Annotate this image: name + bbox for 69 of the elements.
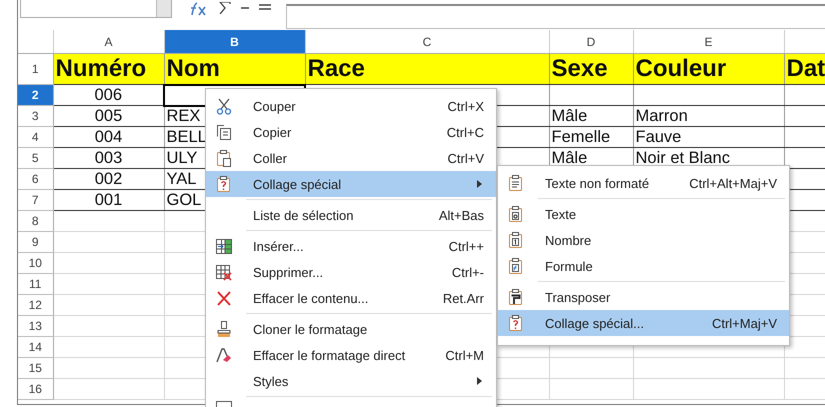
brush-icon: [216, 320, 232, 338]
clipboard-transpose-icon: [508, 288, 524, 306]
row-header[interactable]: 11: [18, 274, 53, 294]
table-cell: 004: [53, 126, 164, 148]
copy-icon: [216, 124, 232, 140]
cross-icon: [216, 290, 232, 306]
table-cell: Fauve: [633, 126, 784, 148]
delete-cells-icon: [216, 264, 232, 280]
row-header[interactable]: 3: [18, 106, 53, 126]
table-cell: Race: [305, 54, 549, 84]
column-header[interactable]: B: [164, 30, 305, 54]
formula-icon[interactable]: [258, 3, 272, 11]
menu-item[interactable]: Nombre: [498, 227, 789, 253]
menu-item[interactable]: Texte: [498, 201, 789, 227]
column-header[interactable]: A: [53, 30, 164, 54]
table-cell: Femelle: [549, 126, 633, 148]
column-header[interactable]: D: [549, 30, 633, 54]
table-cell: 001: [53, 190, 164, 210]
table-cell: Nom: [164, 54, 305, 84]
table-cell: Couleur: [633, 54, 784, 84]
row-header[interactable]: 7: [18, 190, 53, 210]
row-header[interactable]: 4: [18, 126, 53, 148]
row-header[interactable]: 5: [18, 148, 53, 168]
insert-cells-icon: [216, 238, 232, 254]
column-header[interactable]: E: [633, 30, 784, 54]
paste-icon: [216, 150, 232, 166]
row-header[interactable]: 14: [18, 336, 53, 358]
row-header[interactable]: 15: [18, 358, 53, 378]
row-header[interactable]: 2: [18, 84, 53, 106]
clipboard-question-icon: [216, 176, 232, 192]
table-cell: 003: [53, 148, 164, 168]
row-header[interactable]: 16: [18, 378, 53, 400]
eraser-icon: [216, 346, 232, 364]
menu-item[interactable]: Texte non formaté Ctrl+Alt+Maj+V: [498, 170, 789, 196]
clipboard-formula-icon: [508, 258, 524, 274]
row-header[interactable]: 9: [18, 232, 53, 252]
clipboard-lines-icon: [508, 174, 524, 192]
menu-item[interactable]: Supprimer... Ctrl+-: [206, 259, 496, 285]
menu-item[interactable]: Styles: [206, 368, 496, 394]
clipboard-question-icon: [508, 314, 524, 332]
row-header[interactable]: 13: [18, 316, 53, 336]
table-cell: Marron: [633, 106, 784, 126]
table-cell: Dat: [784, 54, 825, 84]
table-cell: Sexe: [549, 54, 633, 84]
clipboard-letter-icon: [508, 206, 524, 222]
row-header[interactable]: 6: [18, 168, 53, 190]
row-header[interactable]: 10: [18, 252, 53, 274]
row-header[interactable]: 12: [18, 294, 53, 316]
menu-item[interactable]: Collage spécial: [206, 171, 496, 197]
submenu-arrow-icon: [477, 377, 482, 385]
table-cell: 002: [53, 168, 164, 190]
menu-item[interactable]: Formule: [498, 253, 789, 279]
menu-item[interactable]: Effacer le formatage direct Ctrl+M: [206, 342, 496, 368]
menu-item[interactable]: Cloner le formatage: [206, 316, 496, 342]
menu-item[interactable]: Effacer le contenu... Ret.Arr: [206, 285, 496, 311]
row-header[interactable]: 8: [18, 210, 53, 232]
column-header[interactable]: C: [305, 30, 549, 54]
clipboard-digit-icon: [508, 232, 524, 248]
menu-item[interactable]: Transposer: [498, 284, 789, 310]
menu-item[interactable]: Insérer... Ctrl++: [206, 233, 496, 259]
function-icon[interactable]: [240, 5, 250, 11]
table-cell: Numéro: [53, 54, 164, 84]
sum-icon[interactable]: [218, 2, 232, 14]
row-header[interactable]: 1: [18, 54, 53, 84]
table-cell: Mâle: [549, 106, 633, 126]
table-cell: 005: [53, 106, 164, 126]
submenu-arrow-icon: [477, 180, 482, 188]
scissors-icon: [216, 98, 232, 114]
menu-item[interactable]: Collage spécial... Ctrl+Maj+V: [498, 310, 789, 336]
